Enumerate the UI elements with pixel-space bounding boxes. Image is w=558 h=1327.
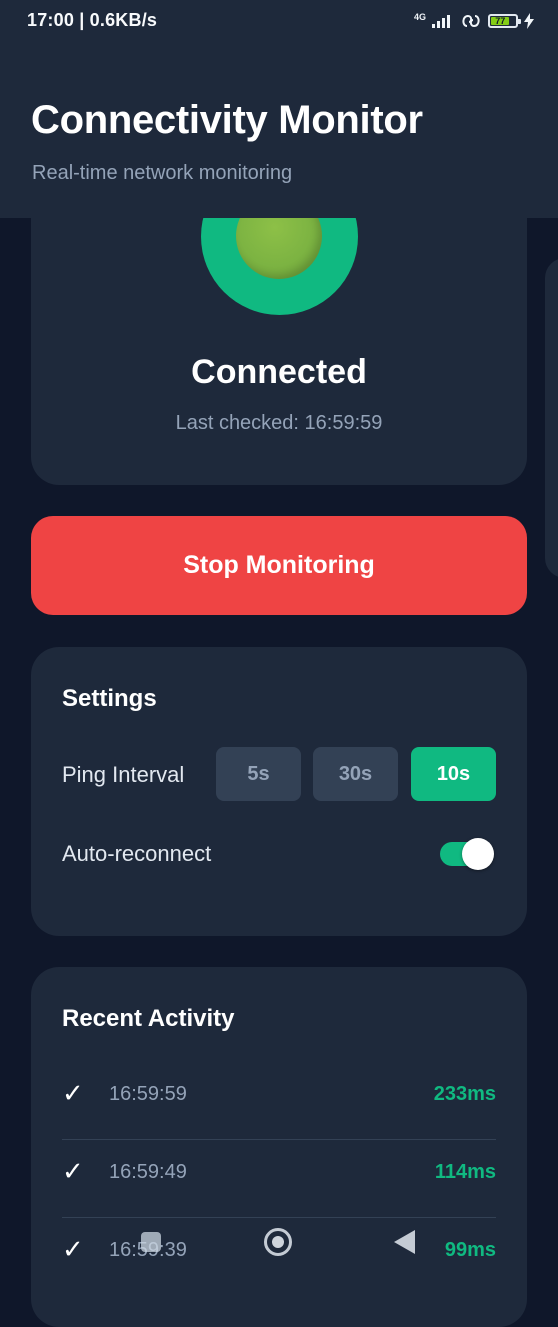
activity-time: 16:59:49	[109, 1161, 187, 1183]
network-type-label: 4G	[413, 11, 426, 22]
home-icon[interactable]	[264, 1228, 292, 1256]
activity-row: ✓ 16:59:59 233ms	[62, 1061, 496, 1140]
status-bar-time: 17:00 | 0.6KB/s	[27, 10, 158, 30]
hotspot-icon	[462, 14, 480, 28]
stop-monitoring-button[interactable]: Stop Monitoring	[31, 516, 527, 615]
activity-latency: 114ms	[434, 1161, 496, 1183]
settings-title: Settings	[62, 685, 157, 712]
charging-icon	[524, 13, 534, 29]
interval-option-30s[interactable]: 30s	[313, 747, 398, 801]
connection-status-text: Connected	[191, 353, 367, 391]
battery-level: 77	[491, 17, 510, 26]
signal-icon	[432, 15, 450, 28]
system-nav-bar	[0, 1210, 558, 1280]
back-icon[interactable]	[394, 1230, 415, 1254]
auto-reconnect-toggle[interactable]	[440, 838, 494, 870]
page-subtitle: Real-time network monitoring	[32, 162, 293, 184]
last-checked-text: Last checked: 16:59:59	[175, 412, 383, 434]
recents-icon[interactable]	[141, 1232, 161, 1252]
interval-option-10s[interactable]: 10s	[411, 747, 496, 801]
ping-interval-label: Ping Interval	[62, 762, 185, 787]
status-bar-icons: 4G 77	[414, 10, 534, 32]
recent-activity-title: Recent Activity	[62, 1005, 235, 1032]
toggle-knob	[462, 838, 494, 870]
activity-row: ✓ 16:59:49 114ms	[62, 1139, 496, 1218]
page-title: Connectivity Monitor	[31, 98, 423, 142]
settings-card: Settings Ping Interval 5s 30s 10s Auto-r…	[31, 647, 527, 936]
activity-latency: 233ms	[433, 1083, 496, 1105]
interval-option-5s[interactable]: 5s	[216, 747, 301, 801]
app-header: 17:00 | 0.6KB/s 4G 77 Connectivity Monit…	[0, 0, 558, 218]
activity-time: 16:59:59	[109, 1083, 187, 1105]
check-icon: ✓	[62, 1079, 84, 1109]
check-icon: ✓	[62, 1157, 84, 1187]
side-card-edge	[545, 258, 558, 578]
battery-icon: 77	[488, 14, 521, 28]
auto-reconnect-label: Auto-reconnect	[62, 841, 212, 866]
